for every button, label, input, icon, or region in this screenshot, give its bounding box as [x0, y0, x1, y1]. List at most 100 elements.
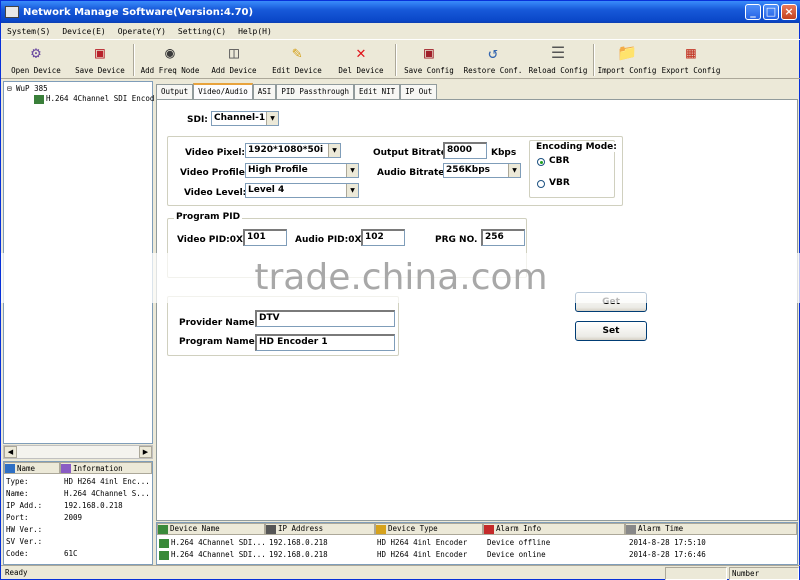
tab-output[interactable]: Output: [156, 84, 194, 99]
output-bitrate-unit: Kbps: [491, 148, 517, 158]
alarm-header-device-name[interactable]: Device Name: [157, 523, 265, 535]
prg-no-input[interactable]: 256: [481, 229, 525, 246]
output-bitrate-input[interactable]: 8000: [443, 142, 487, 159]
video-pixel-select[interactable]: 1920*1080*50i ▼: [245, 143, 341, 158]
menu-setting[interactable]: Setting(C): [172, 27, 232, 36]
status-number: Number: [729, 567, 799, 580]
status-bar: Ready Number: [1, 565, 800, 580]
import-config-button[interactable]: 📁 Import Config: [597, 42, 657, 78]
del-device-button[interactable]: ✕ Del Device: [335, 42, 387, 78]
info-row: Port: 2009: [4, 513, 152, 525]
tab-video-audio[interactable]: Video/Audio: [193, 83, 253, 99]
program-name-label: Program Name:: [179, 337, 259, 347]
export-config-button[interactable]: ▦ Export Config: [661, 42, 721, 78]
chevron-down-icon[interactable]: ▼: [346, 184, 358, 197]
set-button[interactable]: Set: [575, 321, 647, 341]
video-level-value: Level 4: [248, 185, 285, 195]
restore-config-icon: ↺: [488, 43, 498, 62]
video-pid-input[interactable]: 101: [243, 229, 287, 246]
sdi-select[interactable]: Channel-1 ▼: [211, 111, 279, 126]
reload-config-label: Reload Config: [528, 66, 588, 75]
info-header-name-label: Name: [17, 463, 36, 473]
alarm-header-alarm-time[interactable]: Alarm Time: [625, 523, 797, 535]
restore-config-button[interactable]: ↺ Restore Conf.: [463, 42, 523, 78]
video-level-label: Video Level:: [184, 188, 247, 198]
video-level-select[interactable]: Level 4 ▼: [245, 183, 359, 198]
cbr-radio[interactable]: [537, 158, 545, 166]
save-device-label: Save Device: [75, 66, 125, 75]
add-freq-node-icon: ◉: [165, 43, 175, 62]
edit-device-label: Edit Device: [272, 66, 322, 75]
name-column-icon: [5, 463, 15, 473]
sdi-label: SDI:: [187, 115, 208, 125]
tab-ip-out[interactable]: IP Out: [400, 84, 438, 99]
alarm-cell: HD H264 4inl Encoder: [377, 550, 468, 559]
chevron-down-icon[interactable]: ▼: [328, 144, 340, 157]
close-button[interactable]: ×: [781, 4, 797, 20]
alarm-cell-text: H.264 4Channel SDI...: [171, 550, 266, 559]
tree-root[interactable]: ⊟ WuP 385: [7, 84, 48, 93]
menu-operate[interactable]: Operate(Y): [112, 27, 172, 36]
tree-node-label: H.264 4Channel SDI Encod: [46, 94, 155, 103]
device-type-column-icon: [376, 524, 386, 534]
del-device-label: Del Device: [338, 66, 384, 75]
alarm-header-label: Alarm Info: [496, 524, 542, 533]
tree-node-encoder[interactable]: H.264 4Channel SDI Encod: [34, 94, 154, 104]
vbr-label: VBR: [549, 178, 570, 188]
save-config-button[interactable]: ▣ Save Config: [401, 42, 457, 78]
maximize-button[interactable]: □: [763, 4, 779, 20]
alarm-header-label: Device Name: [170, 524, 220, 533]
info-key: SV Ver.:: [6, 537, 43, 546]
info-row: Name: H.264 4Channel S...: [4, 489, 152, 501]
minimize-button[interactable]: _: [745, 4, 761, 20]
alarm-header-ip-address[interactable]: IP Address: [265, 523, 375, 535]
alarm-cell-text: H.264 4Channel SDI...: [171, 538, 266, 547]
chevron-down-icon[interactable]: ▼: [346, 164, 358, 177]
chevron-down-icon[interactable]: ▼: [508, 164, 520, 177]
open-device-button[interactable]: ⚙ Open Device: [9, 42, 63, 78]
import-config-icon: 📁: [617, 43, 637, 62]
edit-device-button[interactable]: ✎ Edit Device: [269, 42, 325, 78]
alarm-cell[interactable]: H.264 4Channel SDI...: [159, 550, 266, 560]
info-row: HW Ver.:: [4, 525, 152, 537]
sdi-select-value: Channel-1: [214, 113, 266, 123]
menu-help[interactable]: Help(H): [232, 27, 278, 36]
tab-asi[interactable]: ASI: [252, 84, 277, 99]
alarm-header-device-type[interactable]: Device Type: [375, 523, 483, 535]
provider-name-input[interactable]: DTV: [255, 310, 395, 327]
vbr-radio[interactable]: [537, 180, 545, 188]
info-key: Port:: [6, 513, 29, 522]
info-value: H.264 4Channel S...: [64, 489, 150, 498]
audio-bitrate-select[interactable]: 256Kbps ▼: [443, 163, 521, 178]
info-value: 2009: [64, 513, 83, 522]
menu-device[interactable]: Device(E): [56, 27, 111, 36]
video-audio-panel: SDI: Channel-1 ▼ Video Pixel: 1920*1080*5…: [156, 99, 798, 521]
device-name-column-icon: [158, 524, 168, 534]
info-header-name[interactable]: Name: [4, 462, 60, 474]
info-header-information-label: Information: [73, 463, 123, 473]
reload-config-button[interactable]: ☰ Reload Config: [527, 42, 589, 78]
program-name-input[interactable]: HD Encoder 1: [255, 334, 395, 351]
info-row: SV Ver.:: [4, 537, 152, 549]
tab-edit-nit[interactable]: Edit NIT: [354, 84, 401, 99]
save-config-icon: ▣: [424, 43, 434, 62]
scroll-left-icon[interactable]: ◀: [4, 446, 17, 458]
chevron-down-icon[interactable]: ▼: [266, 112, 278, 125]
tab-pid-passthrough[interactable]: PID Passthrough: [276, 84, 355, 99]
add-device-button[interactable]: ◫ Add Device: [207, 42, 261, 78]
info-value: 61C: [64, 549, 78, 558]
info-header-information[interactable]: Information: [60, 462, 152, 474]
tree-scrollbar[interactable]: ◀ ▶: [3, 445, 153, 459]
device-icon: [34, 94, 44, 104]
open-device-label: Open Device: [11, 66, 61, 75]
video-profile-value: High Profile: [248, 165, 308, 175]
menu-system[interactable]: System(S): [1, 27, 56, 36]
audio-pid-input[interactable]: 102: [361, 229, 405, 246]
scroll-right-icon[interactable]: ▶: [139, 446, 152, 458]
add-freq-node-button[interactable]: ◉ Add Freq Node: [139, 42, 201, 78]
video-profile-select[interactable]: High Profile ▼: [245, 163, 359, 178]
alarm-cell[interactable]: H.264 4Channel SDI...: [159, 538, 266, 548]
alarm-header-alarm-info[interactable]: Alarm Info: [483, 523, 625, 535]
save-device-button[interactable]: ▣ Save Device: [73, 42, 127, 78]
delete-device-icon: ✕: [356, 43, 366, 62]
